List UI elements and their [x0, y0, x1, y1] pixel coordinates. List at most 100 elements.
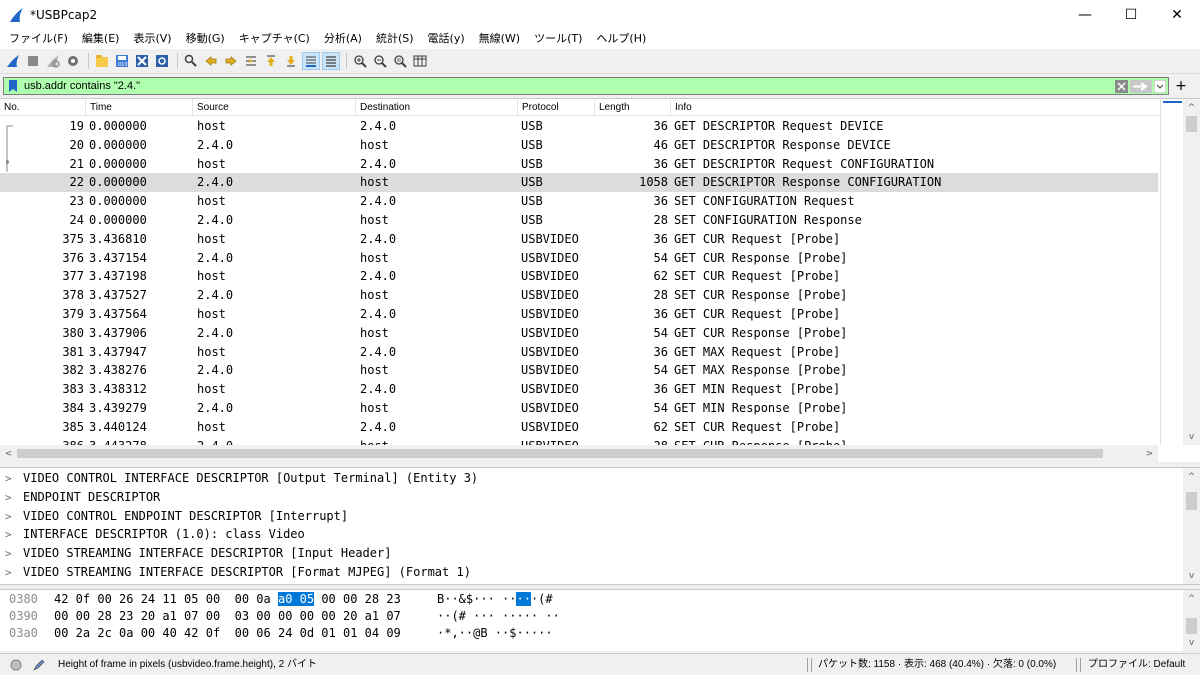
bytes-ascii[interactable]: ··(# ··· ····· ··	[437, 608, 560, 625]
packet-row[interactable]: 386 3.443278 2.4.0hostUSBVIDEO28 SET CUR Re…	[0, 437, 1158, 445]
zoom-in-button[interactable]	[351, 52, 369, 70]
go-to-packet-button[interactable]	[242, 52, 260, 70]
scroll-down-icon[interactable]: v	[1183, 567, 1200, 584]
bookmark-icon[interactable]	[6, 79, 20, 93]
column-header-source[interactable]: Source	[193, 99, 356, 116]
packet-row[interactable]: 377 3.437198 host 2.4.0 USBVIDEO 62 SET CUR Re…	[0, 267, 1158, 286]
packet-cell-no: 22	[69, 175, 84, 190]
bytes-vscrollbar[interactable]: ^ v	[1183, 590, 1200, 651]
minimize-button[interactable]: —	[1062, 0, 1108, 29]
close-button[interactable]: ✕	[1154, 0, 1200, 29]
packet-cell-info: GET DESCRIPTOR Request DEVICE	[674, 119, 884, 133]
capture-options-button[interactable]	[64, 52, 82, 70]
chevron-right-icon[interactable]: >	[5, 469, 12, 488]
clear-filter-icon[interactable]	[1115, 79, 1128, 93]
column-header-length[interactable]: Length	[595, 99, 671, 116]
chevron-right-icon[interactable]: >	[5, 544, 12, 563]
packet-row[interactable]: 381 3.437947 host 2.4.0 USBVIDEO 36 GET MAX Re…	[0, 343, 1158, 362]
column-header-no[interactable]: No.	[0, 99, 86, 116]
packet-row[interactable]: 382 3.438276 2.4.0 host USBVIDEO 54 GET MAX Re…	[0, 361, 1158, 380]
status-profile[interactable]: プロファイル: Default	[1088, 654, 1185, 675]
packet-minimap[interactable]	[1160, 99, 1183, 445]
packet-list-vscrollbar[interactable]: ^ v	[1183, 99, 1200, 445]
colorize-button[interactable]	[322, 52, 340, 70]
maximize-button[interactable]: ☐	[1108, 0, 1154, 29]
scroll-left-icon[interactable]: <	[0, 445, 17, 462]
zoom-reset-button[interactable]	[391, 52, 409, 70]
filter-dropdown-icon[interactable]	[1154, 79, 1166, 93]
stop-capture-button[interactable]	[24, 52, 42, 70]
menu-item[interactable]: 統計(S)	[369, 29, 421, 49]
bytes-hex[interactable]: 00 00 28 23 20 a1 07 00 03 00 00 00 00 2…	[54, 608, 401, 625]
packet-list-hscrollbar[interactable]: < >	[0, 445, 1158, 462]
packet-row[interactable]: 376 3.437154 2.4.0 host USBVIDEO 54 GET CUR Re…	[0, 249, 1158, 268]
restart-capture-button[interactable]	[44, 52, 62, 70]
resize-columns-button[interactable]	[411, 52, 429, 70]
apply-filter-arrow-icon[interactable]	[1130, 79, 1152, 93]
menu-item[interactable]: ツール(T)	[527, 29, 589, 49]
menu-item[interactable]: 編集(E)	[75, 29, 127, 49]
display-filter-input[interactable]	[24, 78, 1115, 94]
bytes-hex[interactable]: 00 2a 2c 0a 00 40 42 0f 00 06 24 0d 01 0…	[54, 625, 401, 642]
scroll-up-icon[interactable]: ^	[1183, 99, 1200, 116]
chevron-right-icon[interactable]: >	[5, 525, 12, 544]
column-header-time[interactable]: Time	[86, 99, 193, 116]
scroll-down-icon[interactable]: v	[1183, 428, 1200, 445]
packet-row[interactable]: 24 0.000000 2.4.0 host USB 28 SET CONFIGURATIO…	[0, 211, 1158, 230]
hscroll-thumb[interactable]	[17, 449, 1103, 458]
bytes-ascii[interactable]: ·*,··@B ··$·····	[437, 625, 553, 642]
menu-item[interactable]: 電話(y)	[421, 29, 472, 49]
menu-item[interactable]: 無線(W)	[472, 29, 527, 49]
autoscroll-button[interactable]	[302, 52, 320, 70]
chevron-right-icon[interactable]: >	[5, 563, 12, 582]
packet-row[interactable]: 375 3.436810 host 2.4.0 USBVIDEO 36 GET CUR Re…	[0, 230, 1158, 249]
vscroll-thumb[interactable]	[1186, 492, 1197, 510]
bytes-hex[interactable]: 42 0f 00 26 24 11 05 00 00 0a a0 05 00 0…	[54, 591, 401, 608]
packet-row[interactable]: 23 0.000000 host 2.4.0 USB 36 SET CONFIGURATIO…	[0, 192, 1158, 211]
menu-item[interactable]: ファイル(F)	[2, 29, 75, 49]
scroll-up-icon[interactable]: ^	[1183, 590, 1200, 607]
bytes-ascii[interactable]: B··&$··· ·····(#	[437, 591, 553, 608]
packet-row[interactable]: 19 0.000000 host 2.4.0 USB 36 GET DESCRIPTOR R…	[0, 117, 1158, 136]
menu-item[interactable]: 分析(A)	[317, 29, 369, 49]
packet-row[interactable]: 379 3.437564 host 2.4.0 USBVIDEO 36 GET CUR Re…	[0, 305, 1158, 324]
go-forward-button[interactable]	[222, 52, 240, 70]
open-file-button[interactable]	[93, 52, 111, 70]
zoom-out-button[interactable]	[371, 52, 389, 70]
packet-row[interactable]: 378 3.437527 2.4.0 host USBVIDEO 28 SET CUR Re…	[0, 286, 1158, 305]
packet-row[interactable]: 384 3.439279 2.4.0 host USBVIDEO 54 GET MIN Re…	[0, 399, 1158, 418]
start-capture-button[interactable]	[4, 52, 22, 70]
reload-file-button[interactable]	[153, 52, 171, 70]
vscroll-thumb[interactable]	[1186, 618, 1197, 634]
go-last-button[interactable]	[282, 52, 300, 70]
expert-info-icon[interactable]	[10, 659, 22, 671]
packet-row[interactable]: 22 0.000000 2.4.0 host USB 1058 GET DESCRIPTOR…	[0, 173, 1158, 193]
column-header-info[interactable]: Info	[671, 99, 1183, 116]
column-header-destination[interactable]: Destination	[356, 99, 518, 116]
find-packet-button[interactable]	[182, 52, 200, 70]
add-filter-button[interactable]: +	[1172, 77, 1190, 95]
column-header-protocol[interactable]: Protocol	[518, 99, 595, 116]
go-first-button[interactable]	[262, 52, 280, 70]
chevron-right-icon[interactable]: >	[5, 507, 12, 526]
packet-row[interactable]: 21 0.000000 host 2.4.0 USB 36 GET DESCRIPTOR R…	[0, 155, 1158, 174]
menu-item[interactable]: キャプチャ(C)	[232, 29, 317, 49]
vscroll-thumb[interactable]	[1186, 116, 1197, 132]
menu-item[interactable]: 表示(V)	[126, 29, 178, 49]
packet-row[interactable]: 20 0.000000 2.4.0 host USB 46 GET DESCRIPTOR R…	[0, 136, 1158, 155]
scroll-up-icon[interactable]: ^	[1183, 468, 1200, 485]
edit-comment-icon[interactable]	[32, 658, 46, 672]
save-file-button[interactable]: 0101	[113, 52, 131, 70]
packet-row[interactable]: 380 3.437906 2.4.0 host USBVIDEO 54 GET CUR Re…	[0, 324, 1158, 343]
go-back-button[interactable]	[202, 52, 220, 70]
chevron-right-icon[interactable]: >	[5, 488, 12, 507]
scroll-right-icon[interactable]: >	[1141, 445, 1158, 462]
scroll-down-icon[interactable]: v	[1183, 634, 1200, 651]
packet-row[interactable]: 385 3.440124 host 2.4.0 USBVIDEO 62 SET CUR Re…	[0, 418, 1158, 437]
menu-item[interactable]: 移動(G)	[179, 29, 232, 49]
packet-cell-proto: USBVIDEO	[521, 344, 579, 359]
packet-row[interactable]: 383 3.438312 host 2.4.0 USBVIDEO 36 GET MIN Re…	[0, 380, 1158, 399]
close-file-button[interactable]	[133, 52, 151, 70]
menu-item[interactable]: ヘルプ(H)	[589, 29, 653, 49]
detail-vscrollbar[interactable]: ^ v	[1183, 468, 1200, 584]
